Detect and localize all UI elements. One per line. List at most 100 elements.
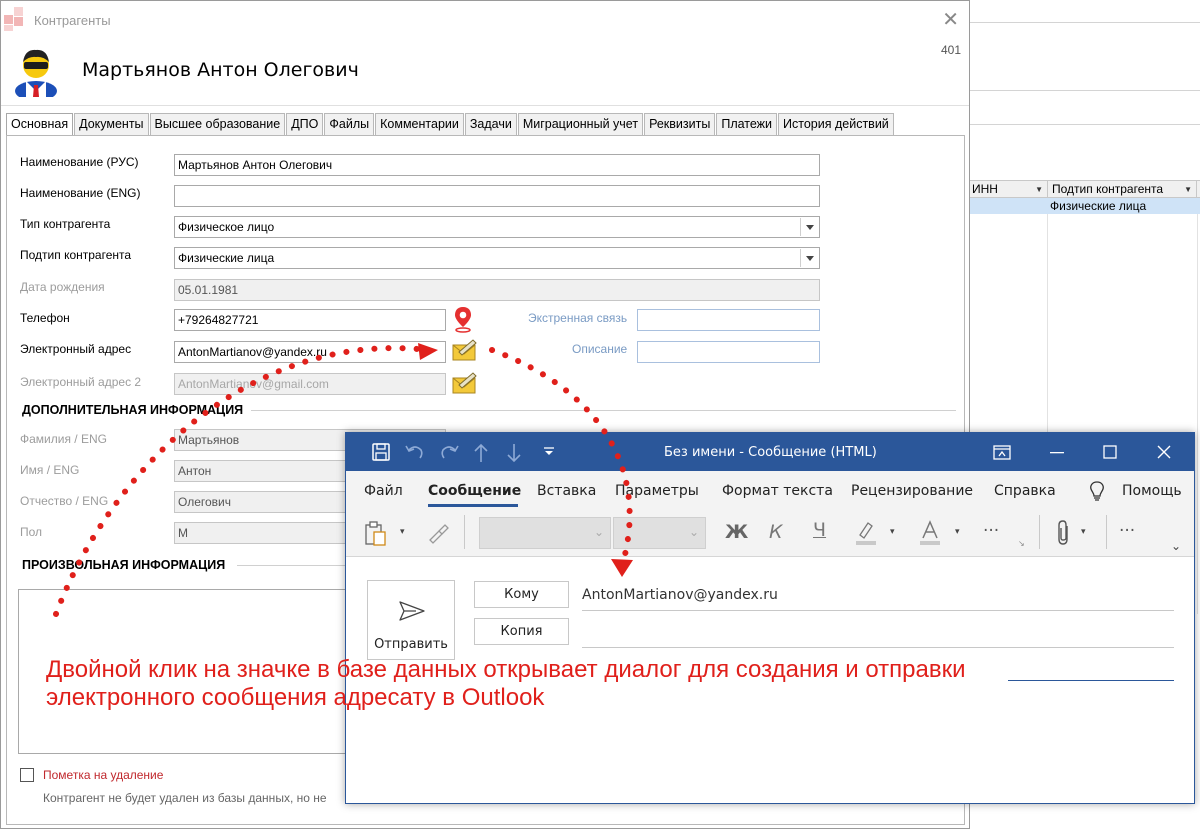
divider	[1039, 515, 1040, 549]
tab-documents[interactable]: Документы	[74, 113, 149, 135]
font-color-icon[interactable]	[918, 520, 942, 546]
chevron-down-icon[interactable]	[800, 249, 818, 267]
highlight-icon[interactable]	[854, 520, 878, 546]
menu-review[interactable]: Рецензирование	[851, 483, 973, 499]
type-select[interactable]: Физическое лицо	[174, 216, 820, 238]
chevron-down-icon[interactable]: ▾	[890, 527, 895, 537]
menu-file[interactable]: Файл	[364, 483, 403, 499]
maximize-icon[interactable]	[1103, 445, 1117, 459]
menu-help[interactable]: Справка	[994, 483, 1056, 499]
phone-field[interactable]: +79264827721	[174, 309, 446, 331]
delete-mark-label: Пометка на удаление	[43, 768, 164, 782]
font-size-select[interactable]: ⌄	[613, 517, 706, 549]
envelope-email-icon[interactable]	[451, 339, 478, 363]
column-label: Подтип контрагента	[1052, 182, 1164, 196]
more-formatting-button[interactable]: ···	[983, 521, 999, 541]
tab-history[interactable]: История действий	[778, 113, 894, 135]
grid-line	[970, 124, 1200, 125]
close-icon[interactable]: ✕	[942, 7, 959, 32]
menu-assist[interactable]: Помощь	[1122, 483, 1182, 499]
description-field[interactable]	[637, 341, 820, 363]
email2-label: Электронный адрес 2	[20, 375, 142, 389]
ribbon-display-icon[interactable]	[993, 445, 1011, 460]
window-title: Контрагенты	[34, 13, 111, 28]
tab-payments[interactable]: Платежи	[716, 113, 778, 135]
cc-button[interactable]: Копия	[474, 618, 569, 645]
to-button[interactable]: Кому	[474, 581, 569, 608]
customize-toolbar-icon[interactable]	[543, 446, 555, 458]
divider	[464, 515, 465, 549]
lightbulb-icon[interactable]	[1089, 481, 1105, 501]
outlook-compose-window: Без имени - Сообщение (HTML) Файл Сообще…	[345, 432, 1195, 804]
chevron-down-icon[interactable]: ▾	[400, 527, 405, 537]
font-family-select[interactable]: ⌄	[479, 517, 611, 549]
underline-button[interactable]: Ч	[813, 519, 826, 541]
tab-main[interactable]: Основная	[6, 113, 74, 136]
subtype-value: Физические лица	[178, 251, 275, 265]
save-icon[interactable]	[371, 442, 391, 462]
chevron-down-icon[interactable]: ▾	[1081, 527, 1086, 537]
delete-mark-checkbox[interactable]	[20, 768, 34, 782]
send-button[interactable]: Отправить	[367, 580, 455, 660]
tab-migration[interactable]: Миграционный учет	[517, 113, 644, 135]
paste-icon[interactable]	[364, 521, 388, 547]
paperclip-icon[interactable]	[1056, 520, 1072, 546]
tab-requisites[interactable]: Реквизиты	[644, 113, 716, 135]
grid-column-inn[interactable]: ИНН ▼	[968, 181, 1048, 198]
email-field[interactable]: AntonMartianov@yandex.ru	[174, 341, 446, 363]
person-avatar-icon	[15, 49, 57, 97]
free-info-heading: ПРОИЗВОЛЬНАЯ ИНФОРМАЦИЯ	[22, 558, 226, 572]
outlook-ribbon: ▾ ⌄ ⌄ Ж К Ч ▾ ▾ ··· ↘ ▾ ··· ⌄	[346, 507, 1194, 557]
tab-comments[interactable]: Комментарии	[375, 113, 464, 135]
birth-label: Дата рождения	[20, 280, 105, 294]
bold-button[interactable]: Ж	[725, 521, 748, 543]
name-ru-field[interactable]: Мартьянов Антон Олегович	[174, 154, 820, 176]
menu-insert[interactable]: Вставка	[537, 483, 596, 499]
subtype-select[interactable]: Физические лица	[174, 247, 820, 269]
app-icon	[4, 7, 30, 31]
menu-options[interactable]: Параметры	[615, 483, 699, 499]
grid-line	[1197, 214, 1198, 614]
chevron-down-icon[interactable]: ▾	[955, 527, 960, 537]
redo-icon[interactable]	[438, 442, 460, 462]
undo-icon[interactable]	[404, 442, 426, 462]
ribbon-collapse-chevron-icon[interactable]: ⌄	[1171, 539, 1181, 553]
more-options-button[interactable]: ···	[1119, 521, 1135, 541]
envelope-email-icon[interactable]	[451, 372, 478, 396]
cc-field-underline	[582, 647, 1174, 648]
table-cell: Физические лица	[1050, 199, 1147, 213]
divider	[1, 105, 969, 106]
to-field[interactable]: AntonMartianov@yandex.ru	[582, 587, 778, 603]
italic-button[interactable]: К	[769, 521, 783, 543]
subtype-label: Подтип контрагента	[20, 248, 132, 262]
tab-higher-education[interactable]: Высшее образование	[149, 113, 286, 135]
map-pin-icon[interactable]	[453, 306, 473, 333]
close-icon[interactable]	[1157, 445, 1171, 459]
format-painter-icon[interactable]	[427, 522, 449, 544]
arrow-down-icon[interactable]	[506, 442, 522, 464]
tab-files[interactable]: Файлы	[324, 113, 375, 135]
grid-column-subtype[interactable]: Подтип контрагента ▼	[1048, 181, 1197, 198]
send-label: Отправить	[374, 637, 448, 652]
birth-field[interactable]: 05.01.1981	[174, 279, 820, 301]
emergency-field[interactable]	[637, 309, 820, 331]
email2-field[interactable]: AntonMartianov@gmail.com	[174, 373, 446, 395]
minimize-icon[interactable]	[1050, 451, 1064, 454]
divider	[237, 565, 347, 566]
menu-format-text[interactable]: Формат текста	[722, 483, 833, 499]
type-label: Тип контрагента	[20, 217, 111, 231]
dialog-launcher-icon[interactable]: ↘	[1018, 539, 1025, 548]
name-en-field[interactable]	[174, 185, 820, 207]
outlook-menu-bar: Файл Сообщение Вставка Параметры Формат …	[346, 471, 1194, 507]
arrow-up-icon[interactable]	[473, 442, 489, 464]
name-ru-label: Наименование (РУС)	[20, 155, 139, 169]
to-field-underline	[582, 610, 1174, 611]
table-row[interactable]: Физические лица	[968, 198, 1200, 214]
person-name-heading: Мартьянов Антон Олегович	[82, 59, 359, 81]
annotation-caption: Двойной клик на значке в базе данных отк…	[46, 656, 966, 711]
tab-dpo[interactable]: ДПО	[286, 113, 324, 135]
chevron-down-icon[interactable]	[800, 218, 818, 236]
tab-tasks[interactable]: Задачи	[464, 113, 517, 135]
grid-header: ИНН ▼ Подтип контрагента ▼	[968, 180, 1200, 198]
menu-message[interactable]: Сообщение	[428, 483, 521, 499]
